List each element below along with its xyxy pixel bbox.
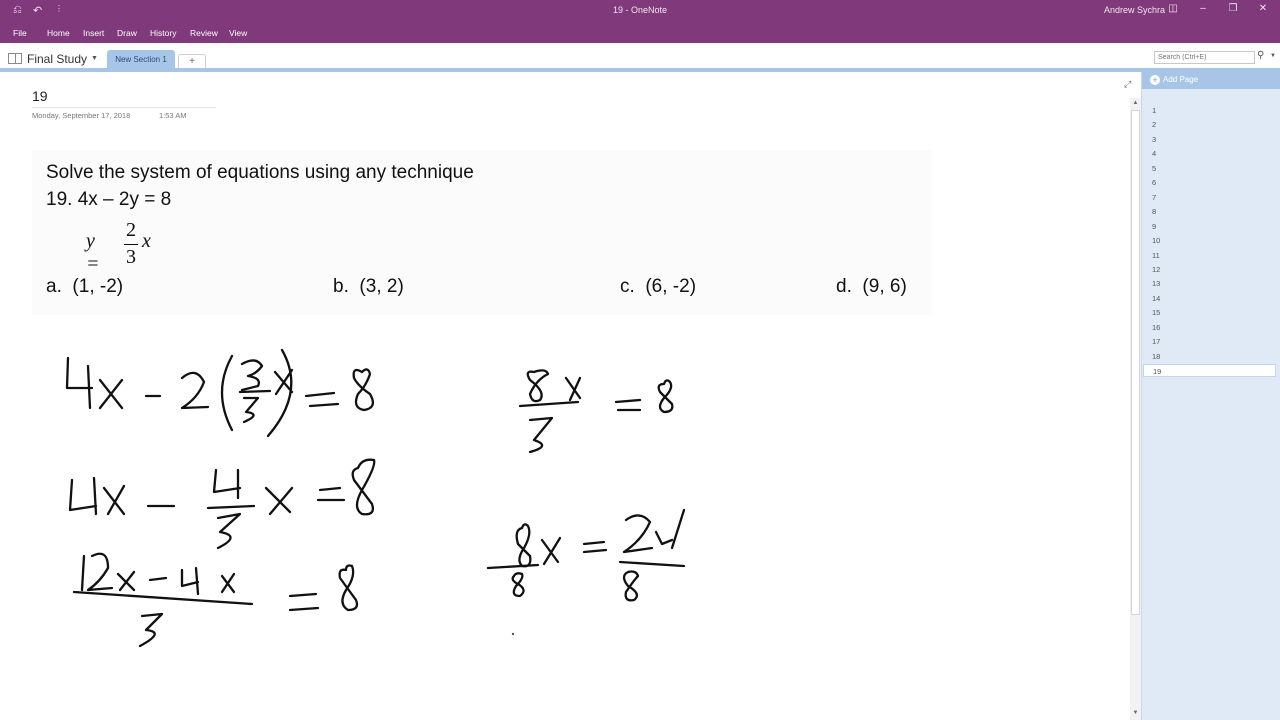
chevron-down-icon[interactable]: ▼ bbox=[91, 55, 98, 62]
add-page-button[interactable]: + Add Page bbox=[1142, 72, 1280, 89]
fraction-numerator: 2 bbox=[126, 219, 136, 241]
choice-a: a. (1, -2) bbox=[46, 276, 123, 298]
menu-history[interactable]: History bbox=[150, 28, 176, 38]
add-page-label: Add Page bbox=[1163, 75, 1199, 84]
page-list-item[interactable]: 6 bbox=[1143, 176, 1276, 189]
page-list-item[interactable]: 3 bbox=[1143, 133, 1276, 146]
page-list-item[interactable]: 14 bbox=[1143, 292, 1276, 305]
search-scope-chevron-icon[interactable]: ▼ bbox=[1270, 53, 1276, 59]
fraction-bar bbox=[124, 244, 138, 245]
page-list-item[interactable]: 18 bbox=[1143, 350, 1276, 363]
vertical-scrollbar[interactable]: ▲ ▼ bbox=[1130, 98, 1141, 720]
notebook-name[interactable]: Final Study bbox=[27, 52, 87, 66]
scrollbar-thumb[interactable] bbox=[1131, 110, 1140, 615]
choice-label: c. bbox=[620, 276, 635, 297]
menu-draw[interactable]: Draw bbox=[117, 28, 137, 38]
choice-d: d. (9, 6) bbox=[836, 276, 907, 298]
fullscreen-icon[interactable]: ◫ bbox=[1163, 3, 1183, 14]
page-list-item[interactable]: 7 bbox=[1143, 191, 1276, 204]
page-list-item[interactable]: 11 bbox=[1143, 249, 1276, 262]
search-icon[interactable]: ⚲ bbox=[1257, 50, 1264, 61]
choice-value: (1, -2) bbox=[72, 276, 124, 297]
problem-image: Solve the system of equations using any … bbox=[32, 150, 932, 315]
page-list-item[interactable]: 5 bbox=[1143, 162, 1276, 175]
minimize-icon[interactable]: – bbox=[1193, 3, 1213, 14]
restore-icon[interactable]: ❐ bbox=[1223, 3, 1243, 14]
page-title[interactable]: 19 bbox=[32, 88, 48, 104]
notebook-icon bbox=[8, 53, 22, 64]
page-list-item[interactable]: 17 bbox=[1143, 335, 1276, 348]
page-list-item[interactable]: 15 bbox=[1143, 306, 1276, 319]
menu-review[interactable]: Review bbox=[190, 28, 218, 38]
page-list-item[interactable]: 1 bbox=[1143, 104, 1276, 117]
ribbon-tabs: File Home Insert Draw History Review Vie… bbox=[0, 22, 1280, 43]
page-list-item[interactable]: 2 bbox=[1143, 118, 1276, 131]
user-name[interactable]: Andrew Sychra bbox=[1104, 5, 1165, 15]
expand-icon[interactable]: ⤢ bbox=[1124, 79, 1131, 90]
problem-instruction: Solve the system of equations using any … bbox=[46, 162, 474, 183]
page-list-item[interactable]: 8 bbox=[1143, 205, 1276, 218]
choice-value: (3, 2) bbox=[359, 276, 404, 297]
page-list-item[interactable]: 19 bbox=[1143, 364, 1276, 378]
close-icon[interactable]: ✕ bbox=[1253, 3, 1273, 14]
menu-insert[interactable]: Insert bbox=[83, 28, 104, 38]
equation-2-lhs: y = bbox=[86, 230, 100, 275]
choice-c: c. (6, -2) bbox=[620, 276, 696, 298]
scroll-down-icon[interactable]: ▼ bbox=[1130, 708, 1141, 718]
fraction-denominator: 3 bbox=[126, 246, 136, 268]
title-bar: ⎌ ↶ ⋮ 19 - OneNote Andrew Sychra ◫ – ❐ ✕ bbox=[0, 0, 1280, 22]
page-list-item[interactable]: 10 bbox=[1143, 234, 1276, 247]
window-title: 19 - OneNote bbox=[612, 5, 668, 15]
page-list-item[interactable]: 4 bbox=[1143, 147, 1276, 160]
page-date: Monday, September 17, 2018 bbox=[32, 111, 131, 120]
page-list-item[interactable]: 16 bbox=[1143, 321, 1276, 334]
choice-b: b. (3, 2) bbox=[333, 276, 404, 298]
menu-home[interactable]: Home bbox=[47, 28, 70, 38]
choice-value: (6, -2) bbox=[645, 276, 697, 297]
choice-label: b. bbox=[333, 276, 349, 297]
menu-view[interactable]: View bbox=[229, 28, 247, 38]
problem-equation-1: 19. 4x – 2y = 8 bbox=[46, 189, 172, 210]
choice-value: (9, 6) bbox=[862, 276, 907, 297]
choice-label: d. bbox=[836, 276, 852, 297]
choice-label: a. bbox=[46, 276, 62, 297]
search-input[interactable] bbox=[1154, 51, 1255, 64]
menu-file[interactable]: File bbox=[13, 28, 27, 38]
page-list-pane: + Add Page 1 2 3 4 5 6 7 8 9 10 11 12 13 14 15 16 17 18 19 bbox=[1141, 72, 1280, 720]
page-time: 1:53 AM bbox=[159, 111, 187, 120]
page-list-item[interactable]: 12 bbox=[1143, 263, 1276, 276]
scroll-up-icon[interactable]: ▲ bbox=[1130, 98, 1141, 108]
add-circle-icon: + bbox=[1150, 75, 1160, 85]
page-list-item[interactable]: 13 bbox=[1143, 277, 1276, 290]
add-section-button[interactable]: + bbox=[178, 54, 206, 69]
equation-2-rhs: x bbox=[142, 230, 151, 252]
title-divider bbox=[32, 107, 216, 108]
page-list-item[interactable]: 9 bbox=[1143, 220, 1276, 233]
section-tab-active[interactable]: New Section 1 bbox=[107, 50, 175, 69]
